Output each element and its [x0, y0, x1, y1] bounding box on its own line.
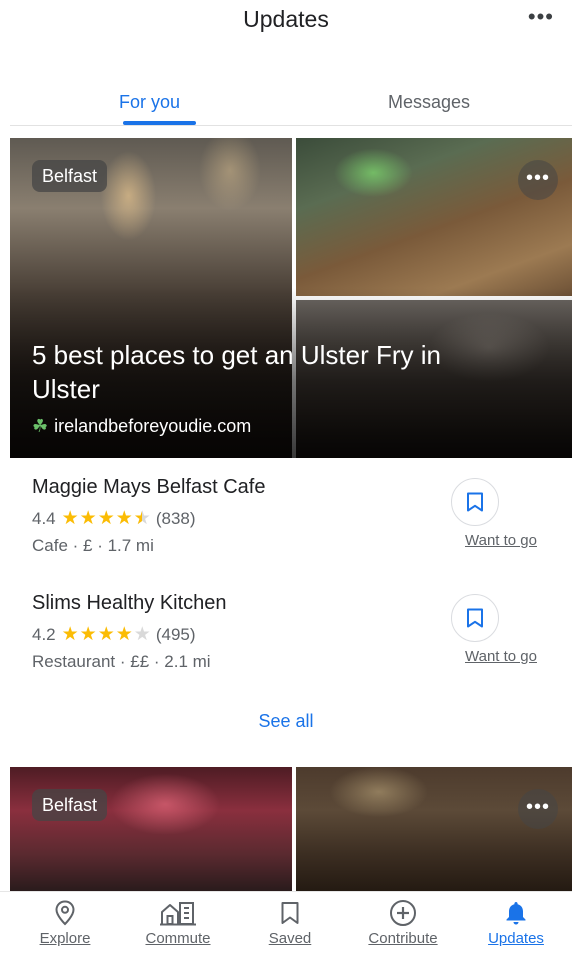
want-to-go-link[interactable]: Want to go — [465, 648, 537, 665]
nav-explore[interactable]: Explore — [15, 896, 115, 947]
location-pin-icon — [55, 900, 75, 926]
nav-commute[interactable]: Commute — [128, 896, 228, 947]
commute-building-icon — [160, 902, 196, 926]
bookmark-icon — [467, 608, 483, 628]
nav-contribute[interactable]: Contribute — [353, 896, 453, 947]
more-options-icon[interactable]: ••• — [528, 6, 554, 28]
app-header: Updates ••• — [0, 0, 572, 44]
nav-label: Saved — [268, 930, 312, 947]
review-count: (495) — [155, 624, 196, 644]
star-rating-icon: ★★★★★ — [61, 624, 152, 645]
rating-value: 4.4 — [32, 508, 56, 528]
tab-for-you[interactable]: For you — [119, 92, 180, 113]
card-more-options-icon[interactable]: ••• — [518, 789, 558, 829]
save-place-button[interactable] — [451, 478, 499, 526]
nav-updates[interactable]: Updates — [466, 896, 566, 947]
nav-label: Explore — [39, 930, 91, 947]
bookmark-icon — [281, 902, 299, 924]
page-title: Updates — [243, 6, 329, 32]
location-chip: Belfast — [32, 789, 108, 821]
star-rating-icon: ★★★★★★ — [61, 508, 152, 529]
card-source: ☘ irelandbeforeyoudie.com — [32, 416, 251, 437]
source-domain: irelandbeforeyoudie.com — [54, 416, 252, 436]
place-photo — [296, 767, 572, 891]
tab-bar: For you Messages — [10, 84, 572, 126]
rating-value: 4.2 — [32, 624, 56, 644]
nav-label: Commute — [145, 930, 211, 947]
list-card[interactable]: Belfast ••• 5 best places to get an Ulst… — [10, 138, 572, 458]
nav-saved[interactable]: Saved — [240, 896, 340, 947]
card-headline: 5 best places to get an Ulster Fry in Ul… — [32, 340, 441, 404]
place-photo — [10, 767, 292, 891]
want-to-go-link[interactable]: Want to go — [465, 532, 537, 549]
bookmark-icon — [467, 492, 483, 512]
nav-label: Contribute — [368, 930, 438, 947]
bottom-navigation: Explore Commute Saved Contribute Updates — [0, 891, 572, 953]
nav-label: Updates — [488, 930, 544, 947]
save-place-button[interactable] — [451, 594, 499, 642]
tab-messages[interactable]: Messages — [388, 92, 470, 113]
see-all-link[interactable]: See all — [0, 711, 572, 732]
shamrock-icon: ☘ — [32, 416, 49, 436]
list-card[interactable]: Belfast ••• — [10, 767, 572, 891]
bell-icon — [506, 902, 526, 925]
card-more-options-icon[interactable]: ••• — [518, 160, 558, 200]
location-chip: Belfast — [32, 160, 108, 192]
active-tab-indicator — [123, 121, 196, 125]
review-count: (838) — [155, 508, 196, 528]
add-circle-icon — [390, 900, 416, 926]
